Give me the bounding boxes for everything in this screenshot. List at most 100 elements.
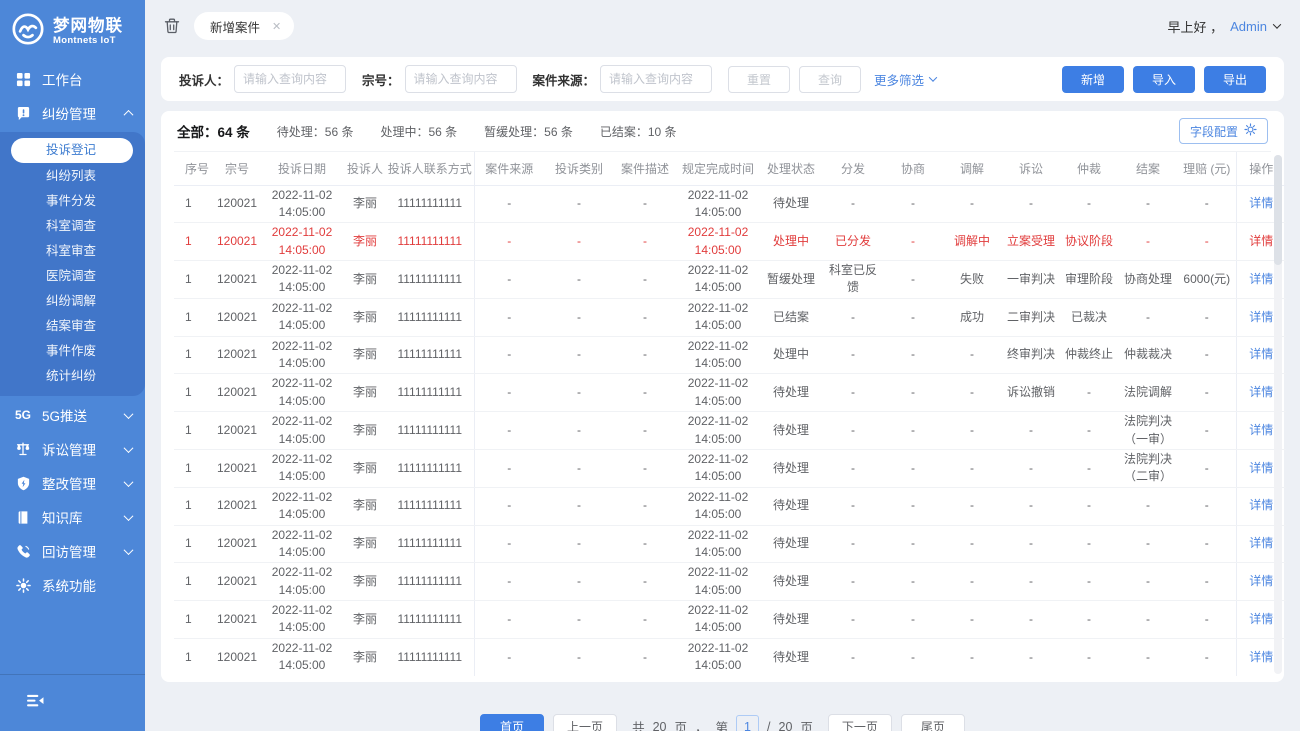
stat-item: 暂缓处理：56 条 bbox=[484, 123, 573, 140]
table-row: 11200212022-11-02 14:05:00李丽11111111111-… bbox=[174, 638, 1286, 675]
table-cell: 处理中 bbox=[760, 336, 822, 374]
sidebar-item-shield[interactable]: 整改管理 bbox=[0, 468, 145, 498]
field-config-button[interactable]: 字段配置 bbox=[1179, 118, 1268, 144]
page-current-input[interactable]: 1 bbox=[736, 715, 759, 731]
filter-input-1[interactable] bbox=[234, 65, 346, 93]
detail-link[interactable]: 详情 bbox=[1249, 612, 1273, 626]
table-cell: 120021 bbox=[214, 638, 260, 675]
detail-link[interactable]: 详情 bbox=[1249, 536, 1273, 550]
filter-input-2[interactable] bbox=[405, 65, 517, 93]
username[interactable]: Admin bbox=[1230, 19, 1267, 34]
table-cell: 2022-11-02 14:05:00 bbox=[676, 563, 760, 601]
detail-link[interactable]: 详情 bbox=[1249, 498, 1273, 512]
topbar: 新增案件 ✕ 早上好 ， Admin bbox=[145, 0, 1300, 52]
page-total-value: 20 bbox=[779, 720, 793, 731]
table-row: 11200212022-11-02 14:05:00李丽11111111111-… bbox=[174, 412, 1286, 450]
table-cell: 李丽 bbox=[344, 412, 386, 450]
detail-link[interactable]: 详情 bbox=[1249, 650, 1273, 664]
detail-link[interactable]: 详情 bbox=[1249, 385, 1273, 399]
more-filters-link[interactable]: 更多筛选 bbox=[874, 70, 936, 89]
page-prev-button[interactable]: 上一页 bbox=[553, 714, 617, 731]
sidebar-subitem-5[interactable]: 科室审查 bbox=[0, 239, 145, 264]
sidebar-item-book[interactable]: 知识库 bbox=[0, 502, 145, 532]
page-first-button[interactable]: 首页 bbox=[480, 714, 544, 731]
sidebar-item-label: 纠纷管理 bbox=[42, 103, 96, 123]
table-row: 11200212022-11-02 14:05:00李丽11111111111-… bbox=[174, 374, 1286, 412]
collapse-menu-icon[interactable] bbox=[26, 693, 45, 713]
table-cell: 已分发 bbox=[822, 223, 884, 261]
search-button[interactable]: 查询 bbox=[799, 66, 861, 93]
sidebar-item-5g[interactable]: 5G5G推送 bbox=[0, 400, 145, 430]
trash-icon[interactable] bbox=[163, 17, 181, 35]
sidebar-subitem-7[interactable]: 纠纷调解 bbox=[0, 289, 145, 314]
table-cell: - bbox=[1118, 563, 1178, 601]
table-cell: - bbox=[884, 525, 942, 563]
sidebar-subitem-3[interactable]: 事件分发 bbox=[0, 189, 145, 214]
sidebar-item-phone[interactable]: 回访管理 bbox=[0, 536, 145, 566]
table-cell: 2022-11-02 14:05:00 bbox=[260, 449, 344, 487]
detail-link[interactable]: 详情 bbox=[1249, 196, 1273, 210]
table-cell: - bbox=[822, 298, 884, 336]
table-cell: - bbox=[474, 223, 544, 261]
sidebar-nav: 工作台 纠纷管理 投诉登记纠纷列表事件分发科室调查科室审查医院调查纠纷调解结案审… bbox=[0, 64, 145, 600]
import-button[interactable]: 导入 bbox=[1133, 66, 1195, 93]
close-icon[interactable]: ✕ bbox=[272, 20, 281, 33]
chevron-down-icon bbox=[929, 73, 937, 81]
5g-icon: 5G bbox=[15, 407, 31, 423]
table-cell: 李丽 bbox=[344, 449, 386, 487]
page-unit: 页 bbox=[800, 717, 813, 731]
sidebar-subitem-4[interactable]: 科室调查 bbox=[0, 214, 145, 239]
table-cell: - bbox=[942, 487, 1002, 525]
grid-icon bbox=[15, 71, 31, 87]
sidebar-item-label: 整改管理 bbox=[42, 473, 96, 493]
table-cell: 待处理 bbox=[760, 185, 822, 223]
detail-link[interactable]: 详情 bbox=[1249, 574, 1273, 588]
sidebar-subitem-6[interactable]: 医院调查 bbox=[0, 264, 145, 289]
table-cell: 2022-11-02 14:05:00 bbox=[676, 261, 760, 299]
sidebar-subitem-1[interactable]: 投诉登记 bbox=[11, 138, 133, 163]
table-cell: 1 bbox=[174, 412, 214, 450]
sidebar-item-dispute[interactable]: 纠纷管理 bbox=[0, 98, 145, 128]
sidebar-subitem-2[interactable]: 纠纷列表 bbox=[0, 164, 145, 189]
detail-link[interactable]: 详情 bbox=[1249, 310, 1273, 324]
filter-input-3[interactable] bbox=[600, 65, 712, 93]
table-cell: 1 bbox=[174, 601, 214, 639]
sidebar-subitem-10[interactable]: 统计纠纷 bbox=[0, 364, 145, 389]
export-button[interactable]: 导出 bbox=[1204, 66, 1266, 93]
sidebar-subitem-8[interactable]: 结案审查 bbox=[0, 314, 145, 339]
table-cell: 2022-11-02 14:05:00 bbox=[260, 298, 344, 336]
tab-new-case[interactable]: 新增案件 ✕ bbox=[194, 12, 294, 40]
table-row: 11200212022-11-02 14:05:00李丽11111111111-… bbox=[174, 223, 1286, 261]
table-row: 11200212022-11-02 14:05:00李丽11111111111-… bbox=[174, 525, 1286, 563]
sidebar-item-gear[interactable]: 系统功能 bbox=[0, 570, 145, 600]
table-cell: 11111111111 bbox=[386, 563, 474, 601]
detail-link[interactable]: 详情 bbox=[1249, 234, 1273, 248]
table-cell: - bbox=[1178, 298, 1236, 336]
scrollbar-thumb[interactable] bbox=[1274, 155, 1282, 265]
table-cell: 2022-11-02 14:05:00 bbox=[676, 412, 760, 450]
sidebar-subitem-9[interactable]: 事件作废 bbox=[0, 339, 145, 364]
sidebar-item-scales[interactable]: 诉讼管理 bbox=[0, 434, 145, 464]
detail-link[interactable]: 详情 bbox=[1249, 423, 1273, 437]
sidebar-item-workbench[interactable]: 工作台 bbox=[0, 64, 145, 94]
detail-link[interactable]: 详情 bbox=[1249, 461, 1273, 475]
detail-link[interactable]: 详情 bbox=[1249, 347, 1273, 361]
table-cell: 1 bbox=[174, 298, 214, 336]
table-cell: 2022-11-02 14:05:00 bbox=[260, 223, 344, 261]
table-cell: 120021 bbox=[214, 487, 260, 525]
page-last-button[interactable]: 尾页 bbox=[901, 714, 965, 731]
add-button[interactable]: 新增 bbox=[1062, 66, 1124, 93]
table-row: 11200212022-11-02 14:05:00李丽11111111111-… bbox=[174, 601, 1286, 639]
page-next-button[interactable]: 下一页 bbox=[828, 714, 892, 731]
table-cell: 法院判决（二审） bbox=[1118, 449, 1178, 487]
table-cell: 2022-11-02 14:05:00 bbox=[676, 638, 760, 675]
table-cell: 2022-11-02 14:05:00 bbox=[676, 298, 760, 336]
scrollbar-track[interactable] bbox=[1274, 155, 1282, 674]
table-cell: - bbox=[544, 638, 614, 675]
table-cell: - bbox=[822, 525, 884, 563]
reset-button[interactable]: 重置 bbox=[728, 66, 790, 93]
table-cell: - bbox=[822, 449, 884, 487]
table-cell: 待处理 bbox=[760, 487, 822, 525]
chevron-down-icon[interactable] bbox=[1273, 20, 1281, 28]
detail-link[interactable]: 详情 bbox=[1249, 272, 1273, 286]
